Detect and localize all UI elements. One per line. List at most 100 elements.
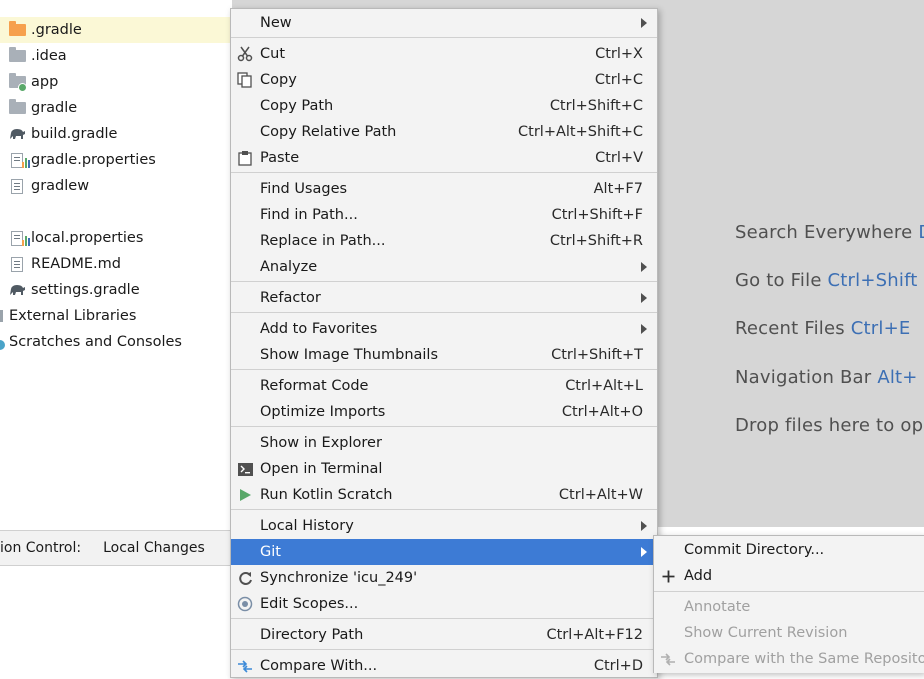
menu-item-find-usages[interactable]: Find Usages Alt+F7	[231, 176, 657, 202]
menu-item-label: Synchronize 'icu_249'	[260, 570, 418, 586]
menu-item-shortcut: Ctrl+C	[594, 72, 643, 88]
tree-item-scratches[interactable]: Scratches and Consoles	[0, 329, 232, 355]
menu-item-open-in-terminal[interactable]: Open in Terminal	[231, 456, 657, 482]
menu-item-shortcut: Ctrl+V	[595, 150, 643, 166]
menu-separator	[231, 509, 657, 510]
submenu-item-add[interactable]: Add	[654, 563, 924, 589]
tree-item-label: settings.gradle	[31, 282, 140, 298]
submenu-item-label: Commit Directory...	[684, 542, 825, 558]
menu-item-optimize-imports[interactable]: Optimize Imports Ctrl+Alt+O	[231, 399, 657, 425]
menu-separator	[231, 37, 657, 38]
submenu-item-label: Add	[684, 568, 713, 584]
submenu-item-compare-same-repository[interactable]: Compare with the Same Reposito	[654, 646, 924, 672]
submenu-arrow-icon	[641, 547, 647, 557]
menu-item-shortcut: Ctrl+Alt+W	[558, 487, 643, 503]
menu-item-copy-path[interactable]: Copy Path Ctrl+Shift+C	[231, 93, 657, 119]
menu-item-shortcut: Ctrl+Alt+Shift+C	[518, 124, 643, 140]
tree-item-gradle-dir[interactable]: .gradle	[0, 17, 232, 43]
submenu-arrow-icon	[641, 324, 647, 334]
menu-item-refactor[interactable]: Refactor	[231, 285, 657, 311]
menu-item-copy[interactable]: Copy Ctrl+C	[231, 67, 657, 93]
submenu-item-commit-directory[interactable]: Commit Directory...	[654, 537, 924, 563]
menu-item-show-in-explorer[interactable]: Show in Explorer	[231, 430, 657, 456]
hint-text: Drop files here to op	[735, 415, 924, 436]
tree-item-gradle[interactable]: gradle	[0, 95, 232, 121]
tree-item-app[interactable]: app	[0, 69, 232, 95]
scratches-icon	[0, 340, 5, 350]
hint-text: Go to File	[735, 270, 828, 291]
menu-item-label: Copy Relative Path	[260, 124, 397, 140]
git-submenu: Commit Directory... Add Annotate Show Cu…	[653, 535, 924, 673]
project-tree: .gradle .idea app gradle build.gradle gr…	[0, 0, 232, 527]
menu-item-directory-path[interactable]: Directory Path Ctrl+Alt+F12	[231, 622, 657, 648]
submenu-item-annotate[interactable]: Annotate	[654, 594, 924, 620]
tree-item-gradlew[interactable]: gradlew	[0, 173, 232, 199]
submenu-item-label: Annotate	[684, 599, 751, 615]
properties-file-icon	[8, 152, 30, 168]
hint-text: Recent Files	[735, 318, 851, 339]
tree-item-label: README.md	[31, 256, 121, 272]
version-control-toolbar: ion Control: Local Changes	[0, 530, 232, 566]
tab-local-changes[interactable]: Local Changes	[103, 540, 205, 556]
menu-item-shortcut: Ctrl+D	[593, 658, 643, 674]
menu-item-label: Compare With...	[260, 658, 378, 674]
menu-item-shortcut: Ctrl+Alt+F12	[546, 627, 643, 643]
menu-item-shortcut: Ctrl+Shift+F	[551, 207, 643, 223]
menu-item-find-in-path[interactable]: Find in Path... Ctrl+Shift+F	[231, 202, 657, 228]
menu-item-analyze[interactable]: Analyze	[231, 254, 657, 280]
hint-go-to-file: Go to File Ctrl+Shift	[735, 270, 918, 291]
menu-item-label: Replace in Path...	[260, 233, 386, 249]
tree-item-local-properties[interactable]: local.properties	[0, 225, 232, 251]
tree-item-build-gradle[interactable]: build.gradle	[0, 121, 232, 147]
menu-item-run-kotlin-scratch[interactable]: Run Kotlin Scratch Ctrl+Alt+W	[231, 482, 657, 508]
menu-separator	[231, 281, 657, 282]
submenu-arrow-icon	[641, 293, 647, 303]
menu-item-paste[interactable]: Paste Ctrl+V	[231, 145, 657, 171]
menu-item-compare-with[interactable]: Compare With... Ctrl+D	[231, 653, 657, 679]
tree-item-label: local.properties	[31, 230, 144, 246]
hint-shortcut: Ctrl+E	[850, 318, 911, 339]
menu-item-shortcut: Ctrl+Alt+L	[565, 378, 643, 394]
menu-item-add-to-favorites[interactable]: Add to Favorites	[231, 316, 657, 342]
submenu-arrow-icon	[641, 262, 647, 272]
tree-item-readme[interactable]: README.md	[0, 251, 232, 277]
menu-item-reformat-code[interactable]: Reformat Code Ctrl+Alt+L	[231, 373, 657, 399]
menu-item-copy-relative-path[interactable]: Copy Relative Path Ctrl+Alt+Shift+C	[231, 119, 657, 145]
menu-separator	[231, 618, 657, 619]
menu-separator	[231, 312, 657, 313]
menu-item-replace-in-path[interactable]: Replace in Path... Ctrl+Shift+R	[231, 228, 657, 254]
run-icon	[236, 486, 254, 504]
menu-item-shortcut: Ctrl+Shift+C	[549, 98, 643, 114]
menu-separator	[231, 426, 657, 427]
tree-item-label: gradle	[31, 100, 78, 116]
submenu-item-show-current-revision[interactable]: Show Current Revision	[654, 620, 924, 646]
submenu-item-label: Compare with the Same Reposito	[684, 651, 924, 667]
libraries-icon	[0, 310, 3, 322]
hint-navigation-bar: Navigation Bar Alt+	[735, 367, 918, 388]
menu-item-label: Copy Path	[260, 98, 334, 114]
menu-item-git[interactable]: Git	[231, 539, 657, 565]
menu-item-synchronize[interactable]: Synchronize 'icu_249'	[231, 565, 657, 591]
tree-item-settings-gradle[interactable]: settings.gradle	[0, 277, 232, 303]
tree-item-gradle-properties[interactable]: gradle.properties	[0, 147, 232, 173]
gradle-elephant-icon	[8, 126, 26, 142]
menu-item-show-image-thumbnails[interactable]: Show Image Thumbnails Ctrl+Shift+T	[231, 342, 657, 368]
menu-item-local-history[interactable]: Local History	[231, 513, 657, 539]
menu-item-shortcut: Ctrl+Shift+T	[551, 347, 643, 363]
compare-icon	[236, 657, 254, 675]
menu-item-label: Analyze	[260, 259, 318, 275]
copy-icon	[236, 71, 254, 89]
menu-item-shortcut: Ctrl+X	[595, 46, 643, 62]
menu-separator	[231, 172, 657, 173]
menu-item-edit-scopes[interactable]: Edit Scopes...	[231, 591, 657, 617]
menu-item-cut[interactable]: Cut Ctrl+X	[231, 41, 657, 67]
tree-item-idea[interactable]: .idea	[0, 43, 232, 69]
tab-version-control[interactable]: ion Control:	[0, 540, 81, 556]
menu-item-label: Directory Path	[260, 627, 364, 643]
tree-item-external-libraries[interactable]: External Libraries	[0, 303, 232, 329]
menu-item-new[interactable]: New	[231, 10, 657, 36]
menu-item-shortcut: Ctrl+Alt+O	[561, 404, 643, 420]
scissors-icon	[236, 45, 254, 63]
module-folder-icon	[8, 73, 27, 92]
scope-icon	[236, 595, 254, 613]
